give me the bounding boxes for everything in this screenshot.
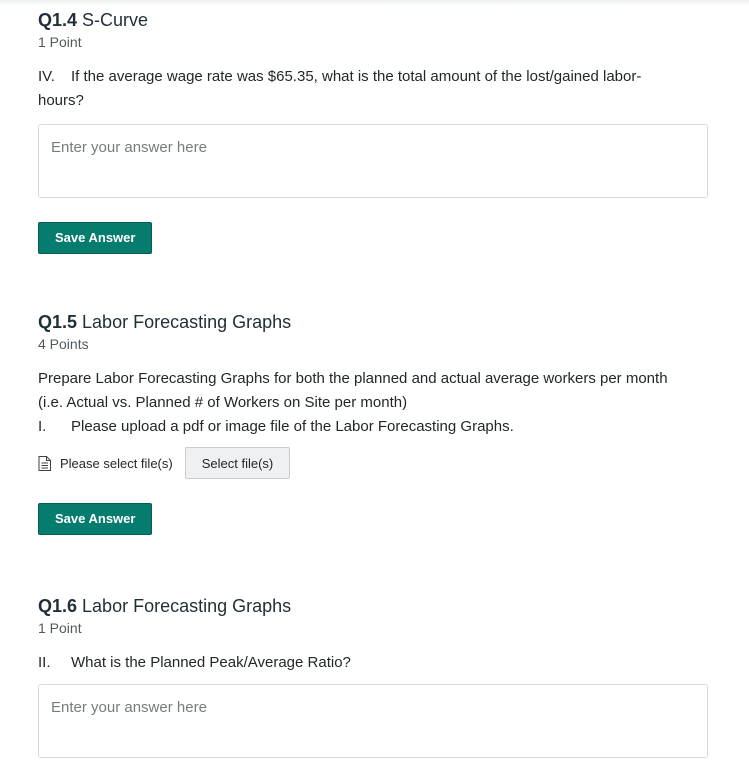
question-title: Q1.5 Labor Forecasting Graphs [38,310,708,334]
prompt-numeral: I. [38,418,47,435]
file-upload-row: Please select file(s) Select file(s) [38,447,708,479]
answer-input[interactable] [38,684,708,758]
question-number: Q1.4 [38,10,78,30]
question-prompt: II. What is the Planned Peak/Average Rati… [38,651,708,675]
save-answer-button[interactable]: Save Answer [38,222,153,254]
save-row: Save Answer [38,222,708,254]
file-icon [38,455,51,471]
save-answer-button[interactable]: Save Answer [38,503,153,535]
prompt-text: If the average wage rate was $65.35, wha… [38,68,642,109]
question-number: Q1.5 [38,312,78,332]
prompt-numeral: IV. [38,68,55,85]
prompt-text: What is the Planned Peak/Average Ratio? [71,654,351,671]
description-line: (i.e. Actual vs. Planned # of Workers on… [38,394,408,411]
prompt-numeral: II. [38,654,51,671]
question-q1-6: Q1.6 Labor Forecasting Graphs 1 Point II.… [38,594,708,758]
question-points: 4 Points [38,336,89,352]
question-title-text: S-Curve [82,10,149,30]
question-title-text: Labor Forecasting Graphs [82,312,292,332]
answer-input[interactable] [38,124,708,198]
question-points: 1 Point [38,34,82,50]
question-number: Q1.6 [38,596,78,616]
top-shadow [0,0,749,6]
question-prompt: I. Please upload a pdf or image file of t… [38,415,708,439]
question-title: Q1.6 Labor Forecasting Graphs [38,594,708,618]
question-q1-4: Q1.4 S-Curve 1 Point IV. If the average wa… [38,8,708,254]
question-title: Q1.4 S-Curve [38,8,708,32]
question-q1-5: Q1.5 Labor Forecasting Graphs 4 Points Pr… [38,310,708,535]
description-line: Prepare Labor Forecasting Graphs for bot… [38,370,668,387]
prompt-text: Please upload a pdf or image file of the… [71,418,514,435]
question-points: 1 Point [38,620,82,636]
select-files-button[interactable]: Select file(s) [184,447,291,479]
save-row: Save Answer [38,503,708,535]
question-title-text: Labor Forecasting Graphs [82,596,292,616]
question-prompt: IV. If the average wage rate was $65.35, … [38,65,678,113]
question-description: Prepare Labor Forecasting Graphs for bot… [38,367,708,439]
upload-label: Please select file(s) [60,455,173,471]
